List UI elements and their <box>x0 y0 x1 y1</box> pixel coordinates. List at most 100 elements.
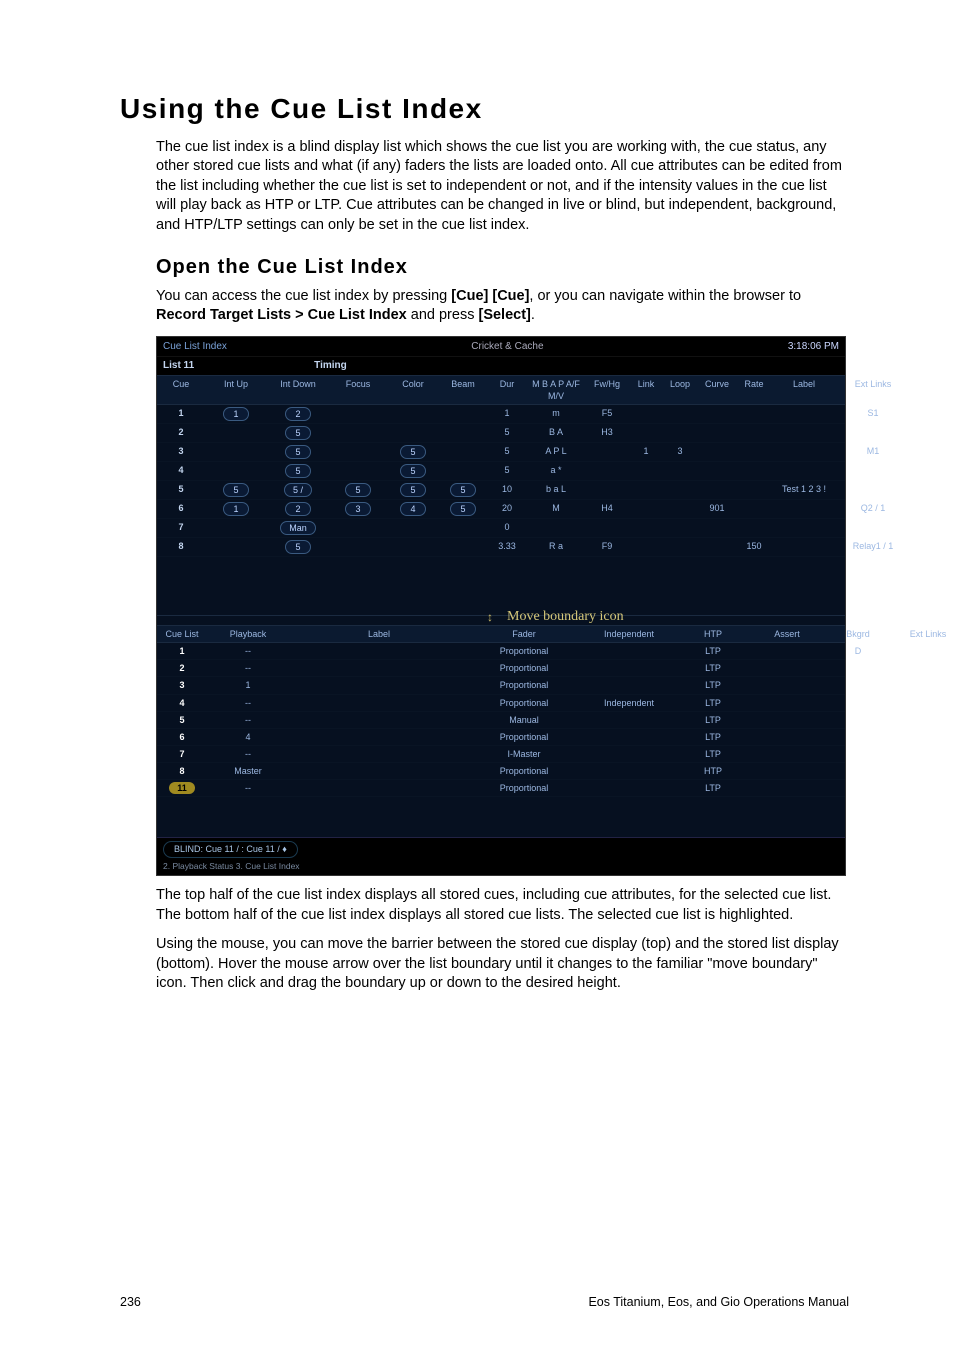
cue-cell-mbap <box>527 519 585 537</box>
cuelist-cell-htp: LTP <box>679 695 747 711</box>
cue-cell-up <box>205 538 267 556</box>
cue-column-header: Beam <box>439 376 487 404</box>
cue-cell-up: 5 <box>205 481 267 499</box>
manual-title: Eos Titanium, Eos, and Gio Operations Ma… <box>588 1294 849 1311</box>
timing-pill: 1 <box>223 502 249 516</box>
cuelist-cell-fader: Manual <box>469 712 579 728</box>
timing-pill: 5 <box>450 483 476 497</box>
cue-cell-color: 5 <box>387 443 439 461</box>
intro-paragraph: The cue list index is a blind display li… <box>156 138 849 236</box>
cue-cell-cue: 1 <box>157 405 205 423</box>
cuelist-cell-fader: Proportional <box>469 780 579 796</box>
cuelist-cell-as <box>747 712 827 728</box>
explain-paragraph-2: Using the mouse, you can move the barrie… <box>156 935 849 994</box>
cue-cell-down: 5 / <box>267 481 329 499</box>
cuelist-cell-ind <box>579 660 679 676</box>
blind-command-line[interactable]: BLIND: Cue 11 / : Cue 11 / ♦ <box>163 841 298 857</box>
cuelist-cell-ind <box>579 729 679 745</box>
cue-column-header: Cue <box>157 376 205 404</box>
cuelist-cell-bk: D <box>827 643 889 659</box>
cuelist-cell-bk <box>827 729 889 745</box>
cue-cell-rate <box>737 519 771 537</box>
cue-row[interactable]: 1121mF5S1 <box>157 405 845 424</box>
open-text-2: , or you can navigate within the browser… <box>529 288 801 304</box>
cuelist-cell-ext <box>889 763 954 779</box>
cue-cell-ext: Q2 / 1 <box>837 500 909 518</box>
cue-cell-mbap: m <box>527 405 585 423</box>
cuelist-cell-as <box>747 660 827 676</box>
cue-row[interactable]: 61234520MH4901Q2 / 1 <box>157 500 845 519</box>
cue-cell-label <box>771 443 837 461</box>
cue-cell-rate <box>737 481 771 499</box>
cuelist-row[interactable]: 31ProportionalLTP <box>157 677 845 694</box>
cuelist-cell-as <box>747 746 827 762</box>
cue-cell-dur: 10 <box>487 481 527 499</box>
cuelist-row[interactable]: 11--ProportionalLTP <box>157 780 845 797</box>
cue-cell-link <box>629 424 663 442</box>
cuelist-cell-fader: I-Master <box>469 746 579 762</box>
cue-cell-dur: 0 <box>487 519 527 537</box>
cuelist-cell-lbl <box>289 780 469 796</box>
selected-cuelist-badge: 11 <box>169 782 195 794</box>
cue-cell-color: 5 <box>387 481 439 499</box>
cue-cell-cue: 7 <box>157 519 205 537</box>
cue-cell-link <box>629 519 663 537</box>
cuelist-cell-bk <box>827 746 889 762</box>
cue-cell-curve: 901 <box>697 500 737 518</box>
cue-cell-fw: F9 <box>585 538 629 556</box>
cuelist-row[interactable]: 8MasterProportionalHTP <box>157 763 845 780</box>
open-text-1: You can access the cue list index by pre… <box>156 288 451 304</box>
cuelist-row[interactable]: 5--ManualLTP <box>157 712 845 729</box>
cuelist-cell-ext <box>889 695 954 711</box>
cue-cell-color <box>387 538 439 556</box>
cuelist-row[interactable]: 1--ProportionalLTPD <box>157 643 845 660</box>
cue-row[interactable]: 255B AH3 <box>157 424 845 443</box>
cue-cell-label: Test 1 2 3 ! <box>771 481 837 499</box>
timing-pill: 5 <box>400 445 426 459</box>
cue-cell-beam <box>439 538 487 556</box>
cuelist-cell-n: 5 <box>157 712 207 728</box>
cue-row[interactable]: 4555a * <box>157 462 845 481</box>
cuelist-cell-htp: LTP <box>679 677 747 693</box>
cue-column-header: Link <box>629 376 663 404</box>
cue-row[interactable]: 853.33R aF9150Relay1 / 1 <box>157 538 845 557</box>
cue-cell-down: 2 <box>267 405 329 423</box>
cuelist-cell-ext <box>889 712 954 728</box>
cue-cell-loop <box>663 519 697 537</box>
cue-cell-focus <box>329 538 387 556</box>
cuelist-row[interactable]: 64ProportionalLTP <box>157 729 845 746</box>
cue-row[interactable]: 7 Man 0 <box>157 519 845 538</box>
cuelist-row[interactable]: 7--I-MasterLTP <box>157 746 845 763</box>
cuelist-cell-bk <box>827 780 889 796</box>
cue-cell-up <box>205 519 267 537</box>
timing-pill: Man <box>280 521 316 535</box>
cue-cell-mbap: R a <box>527 538 585 556</box>
cuelist-column-header: Playback <box>207 626 289 642</box>
cue-cell-curve <box>697 462 737 480</box>
cue-cell-link: 1 <box>629 443 663 461</box>
cue-cell-color <box>387 405 439 423</box>
cue-row[interactable]: 3555A P L13M1 <box>157 443 845 462</box>
cue-cell-rate: 150 <box>737 538 771 556</box>
timing-pill: 1 <box>223 407 249 421</box>
cue-cell-cue: 6 <box>157 500 205 518</box>
cue-cell-dur: 5 <box>487 443 527 461</box>
cue-cell-ext: Relay1 / 1 <box>837 538 909 556</box>
cuelist-column-header: Ext Links <box>889 626 954 642</box>
cue-row[interactable]: 555 /55510b a LTest 1 2 3 ! <box>157 481 845 500</box>
cue-cell-dur: 5 <box>487 424 527 442</box>
timing-pill: 5 <box>285 464 311 478</box>
display-tabs[interactable]: 2. Playback Status 3. Cue List Index <box>163 861 839 872</box>
cue-cell-link <box>629 405 663 423</box>
cue-cell-fw: F5 <box>585 405 629 423</box>
cue-cell-fw <box>585 443 629 461</box>
move-boundary[interactable]: ↕ Move boundary icon <box>157 607 845 625</box>
cuelist-cell-lbl <box>289 643 469 659</box>
cuelist-row[interactable]: 4--ProportionalIndependentLTP <box>157 695 845 712</box>
cue-cell-curve <box>697 519 737 537</box>
cue-cell-loop <box>663 538 697 556</box>
cuelist-cell-bk <box>827 763 889 779</box>
cuelist-row[interactable]: 2--ProportionalLTP <box>157 660 845 677</box>
cuelist-cell-as <box>747 729 827 745</box>
cue-cell-cue: 2 <box>157 424 205 442</box>
